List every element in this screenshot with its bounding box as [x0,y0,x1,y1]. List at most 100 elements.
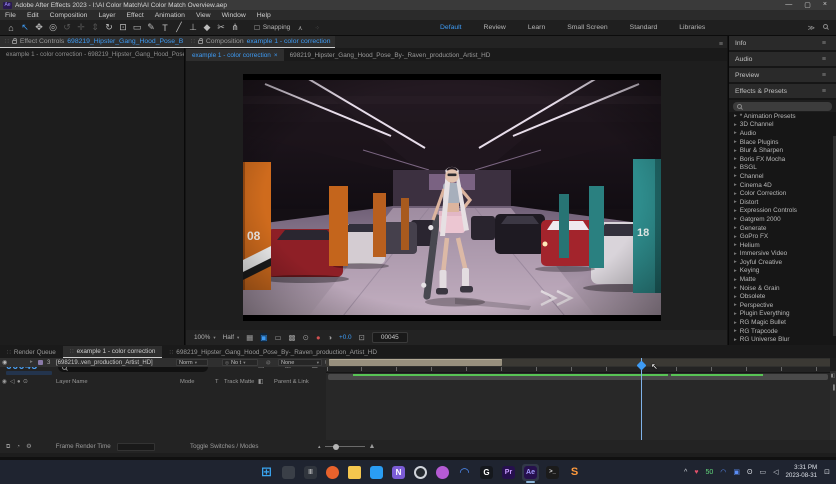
camera-icon[interactable]: ⊡ [359,333,365,342]
region-of-interest-icon[interactable]: ▭ [274,333,281,342]
column-t[interactable]: T [215,379,219,385]
layer-name[interactable]: [698219..ven_production_Artist_HD] [56,360,153,366]
effects-category[interactable]: ▸ Immersive Video [729,250,836,259]
menu-item[interactable]: Composition [50,12,88,19]
hidden-icons-chevron[interactable]: ^ [684,469,687,476]
pan-camera-tool[interactable]: ✛ [74,22,88,33]
menu-item[interactable]: Edit [27,12,39,19]
timeline-tab[interactable]: ∷ 698219_Hipster_Gang_Hood_Pose_By-_Rave… [162,346,384,358]
effects-category[interactable]: ▸ Plugin Everything [729,310,836,319]
eraser-tool[interactable]: ◆ [200,22,214,33]
audio-mixer[interactable]: ||| [302,464,319,481]
parent-dropdown[interactable]: None▾ [278,359,322,366]
home-button[interactable]: ⌂ [4,23,18,33]
zoom-tool[interactable]: ◎ [46,22,60,33]
terminal[interactable]: >_ [544,464,561,481]
arc-browser[interactable]: ◠ [456,464,473,481]
workspace-tab[interactable]: Default [440,24,462,31]
timeline-tab[interactable]: ∷ Render Queue [0,346,63,358]
composition-viewer[interactable]: 08 18 [186,61,727,330]
twirl-icon[interactable]: ▸ [734,173,737,179]
layer-row[interactable]: ◉ ▸ 3 [698219..ven_production_Artist_HD]… [0,358,326,367]
twirl-icon[interactable]: ▸ [734,139,737,145]
gpu-temp-value[interactable]: 50 [705,469,713,476]
twirl-icon[interactable]: ▸ [734,251,737,257]
brave-browser[interactable] [324,464,341,481]
twirl-icon[interactable]: ▸ [734,268,737,274]
twirl-icon[interactable]: ▸ [734,191,737,197]
toggle-switches-modes-button[interactable]: Toggle Switches / Modes [190,443,258,450]
zoom-in-icon[interactable]: ▲ [369,443,376,450]
workspace-tab[interactable]: Standard [630,24,658,31]
effects-category[interactable]: ▸ Expression Controls [729,207,836,216]
collapsed-panel-header[interactable]: Audio ≡ [729,52,836,66]
in-out-icon[interactable]: ⚙ [26,443,32,450]
widgets[interactable] [280,464,297,481]
twirl-icon[interactable]: ▸ [734,234,737,240]
lock-icon[interactable] [198,40,203,44]
work-area-bar[interactable] [328,374,828,380]
github-desktop[interactable] [412,464,429,481]
workspace-tab[interactable]: Libraries [679,24,705,31]
zoom-slider-knob[interactable] [333,444,339,450]
effects-category[interactable]: ▸ Distort [729,198,836,207]
mask-feather-icon[interactable]: ⋏ [293,24,307,32]
roto-brush-tool[interactable]: ✂ [214,22,228,33]
panel-menu-icon[interactable]: ≡ [818,72,830,79]
transparency-grid-icon[interactable]: ▩ [289,333,296,342]
twirl-icon[interactable]: ▸ [30,359,33,365]
effects-category[interactable]: ▸ RG Universe Blur [729,335,836,344]
menu-item[interactable]: Help [257,12,271,19]
viewer-tab[interactable]: example 1 - color correction × [186,49,284,61]
snapshot-icon[interactable]: ⊙ [303,333,309,342]
twirl-icon[interactable]: ▸ [734,182,737,188]
twirl-icon[interactable]: ▸ [734,156,737,162]
timeline-zoom-slider[interactable]: ▴ ▲ [318,443,375,450]
align-icon[interactable]: ⁘ [310,24,324,32]
effects-category[interactable]: ▸ Helium [729,241,836,250]
notion[interactable]: N [390,464,407,481]
purple-app[interactable] [434,464,451,481]
twirl-icon[interactable]: ▸ [734,311,737,317]
effects-category[interactable]: ▸ BSGL [729,164,836,173]
lock-icon[interactable] [12,40,17,44]
hand-tool[interactable]: ✥ [32,22,46,33]
effects-category[interactable]: ▸ Perspective [729,301,836,310]
twirl-icon[interactable]: ▸ [734,225,737,231]
twirl-icon[interactable]: ▸ [734,277,737,283]
twirl-icon[interactable]: ▸ [734,328,737,334]
logitech-ghub[interactable]: G [478,464,495,481]
column-track-matte[interactable]: Track Matte [224,379,254,385]
collapsed-panel-header[interactable]: Preview ≡ [729,68,836,82]
file-explorer[interactable] [346,464,363,481]
sublime-text[interactable]: S [566,464,583,481]
mask-visibility-icon[interactable]: ▣ [260,333,267,342]
tray-arc-icon[interactable]: ◠ [720,468,726,476]
vscode[interactable] [368,464,385,481]
zoom-out-icon[interactable]: ▴ [318,444,321,450]
comp-marker-icon[interactable]: ◧ [831,373,836,379]
effects-category[interactable]: ▸ Generate [729,224,836,233]
twirl-icon[interactable]: ▸ [734,216,737,222]
rotation-tool[interactable]: ↻ [102,22,116,33]
effects-category[interactable]: ▸ Joyful Creative [729,258,836,267]
taskbar-clock[interactable]: 3:31 PM 2023-08-31 [785,464,817,480]
notification-center-icon[interactable]: ⊡ [824,468,830,476]
volume-icon[interactable]: ◁ [773,468,778,476]
twirl-icon[interactable]: ▸ [734,285,737,291]
twirl-icon[interactable]: ▸ [734,113,737,119]
menu-item[interactable]: File [5,12,16,19]
twirl-icon[interactable]: ▸ [734,122,737,128]
effects-category[interactable]: ▸ Cinema 4D [729,181,836,190]
twirl-icon[interactable]: ▸ [734,242,737,248]
effects-category[interactable]: ▸ GoPro FX [729,232,836,241]
panel-menu-icon[interactable]: ≡ [818,56,830,63]
channel-icon[interactable]: ● [316,333,321,342]
panel-menu-icon[interactable]: ≡ [818,88,830,95]
effects-search-input[interactable] [733,102,832,111]
magnification-dropdown[interactable]: 100%▾ [194,334,216,341]
twirl-icon[interactable]: ▸ [734,302,737,308]
effect-controls-tab[interactable]: ∷ Effect Controls 698219_Hipster_Gang_Ho… [0,36,188,48]
brush-tool[interactable]: ╱ [172,22,186,33]
column-mode[interactable]: Mode [180,379,195,385]
